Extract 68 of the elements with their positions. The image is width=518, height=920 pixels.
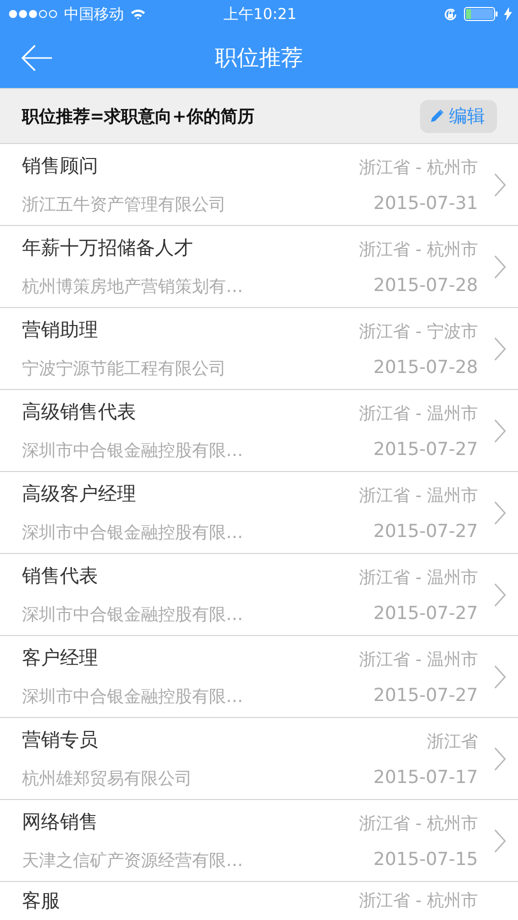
company-name: 深圳市中合银金融控股有限… — [22, 440, 244, 462]
company-name: 深圳市中合银金融控股有限… — [22, 604, 244, 626]
rotation-lock-icon — [442, 6, 458, 22]
job-title: 销售顾问 — [22, 154, 99, 179]
job-list-item[interactable]: 网络销售 天津之信矿产资源经营有限… 浙江省 - 杭州市 2015-07-15 — [0, 799, 518, 881]
status-time: 上午10:21 — [223, 4, 297, 24]
back-button[interactable] — [21, 44, 53, 72]
job-title: 营销助理 — [22, 318, 99, 343]
job-list-item[interactable]: 销售代表 深圳市中合银金融控股有限… 浙江省 - 温州市 2015-07-27 — [0, 553, 518, 635]
post-date: 2015-07-28 — [373, 356, 478, 378]
chevron-right-icon — [494, 336, 506, 360]
chevron-right-icon — [494, 254, 506, 278]
job-title: 销售代表 — [22, 564, 99, 589]
job-title: 高级客户经理 — [22, 482, 137, 507]
job-list-item[interactable]: 客服 浙江省 - 杭州市 — [0, 881, 518, 919]
company-name: 杭州雄郑贸易有限公司 — [22, 768, 193, 790]
job-location: 浙江省 - 温州市 — [359, 402, 478, 424]
pencil-icon — [430, 109, 444, 123]
job-list-item[interactable]: 营销专员 杭州雄郑贸易有限公司 浙江省 2015-07-17 — [0, 717, 518, 799]
job-title: 营销专员 — [22, 728, 99, 753]
job-location: 浙江省 - 杭州市 — [359, 156, 478, 178]
job-location: 浙江省 - 温州市 — [359, 648, 478, 670]
job-location: 浙江省 - 宁波市 — [359, 320, 478, 342]
job-location: 浙江省 - 杭州市 — [359, 890, 478, 913]
company-name: 宁波宁源节能工程有限公司 — [22, 358, 227, 380]
wifi-icon — [130, 8, 146, 20]
job-title: 客户经理 — [22, 646, 99, 671]
job-title: 网络销售 — [22, 810, 99, 835]
job-location: 浙江省 - 杭州市 — [359, 812, 478, 834]
carrier-name: 中国移动 — [64, 4, 124, 24]
chevron-right-icon — [494, 172, 506, 196]
post-date: 2015-07-27 — [373, 684, 478, 706]
lightning-bolt-icon — [504, 7, 512, 21]
job-title: 客服 — [22, 889, 61, 913]
company-name: 杭州博策房地产营销策划有… — [22, 276, 244, 298]
post-date: 2015-07-28 — [373, 274, 478, 296]
job-location: 浙江省 - 温州市 — [359, 566, 478, 588]
battery-icon — [464, 7, 498, 21]
chevron-right-icon — [494, 664, 506, 688]
page-title: 职位推荐 — [214, 45, 304, 73]
post-date: 2015-07-27 — [373, 438, 478, 460]
signal-icon — [8, 8, 58, 20]
post-date: 2015-07-15 — [373, 848, 478, 870]
chevron-right-icon — [494, 828, 506, 852]
job-list-item[interactable]: 高级客户经理 深圳市中合银金融控股有限… 浙江省 - 温州市 2015-07-27 — [0, 471, 518, 553]
job-title: 高级销售代表 — [22, 400, 137, 425]
company-name: 天津之信矿产资源经营有限… — [22, 850, 244, 872]
formula-text: 职位推荐=求职意向+你的简历 — [22, 106, 254, 128]
post-date: 2015-07-31 — [373, 192, 478, 214]
job-list-item[interactable]: 客户经理 深圳市中合银金融控股有限… 浙江省 - 温州市 2015-07-27 — [0, 635, 518, 717]
job-list-item[interactable]: 高级销售代表 深圳市中合银金融控股有限… 浙江省 - 温州市 2015-07-27 — [0, 389, 518, 471]
chevron-right-icon — [494, 418, 506, 442]
chevron-right-icon — [494, 500, 506, 524]
job-list-item[interactable]: 销售顾问 浙江五牛资产管理有限公司 浙江省 - 杭州市 2015-07-31 — [0, 143, 518, 225]
job-title: 年薪十万招储备人才 — [22, 236, 194, 261]
company-name: 深圳市中合银金融控股有限… — [22, 522, 244, 544]
job-location: 浙江省 - 杭州市 — [359, 238, 478, 260]
post-date: 2015-07-27 — [373, 520, 478, 542]
job-location: 浙江省 - 温州市 — [359, 484, 478, 506]
chevron-right-icon — [494, 582, 506, 606]
company-name: 浙江五牛资产管理有限公司 — [22, 194, 227, 216]
job-list-item[interactable]: 年薪十万招储备人才 杭州博策房地产营销策划有… 浙江省 - 杭州市 2015-07-28 — [0, 225, 518, 307]
job-location: 浙江省 — [427, 730, 478, 752]
chevron-right-icon — [494, 746, 506, 770]
job-list-item[interactable]: 营销助理 宁波宁源节能工程有限公司 浙江省 - 宁波市 2015-07-28 — [0, 307, 518, 389]
company-name: 深圳市中合银金融控股有限… — [22, 686, 244, 708]
post-date: 2015-07-27 — [373, 602, 478, 624]
post-date: 2015-07-17 — [373, 766, 478, 788]
